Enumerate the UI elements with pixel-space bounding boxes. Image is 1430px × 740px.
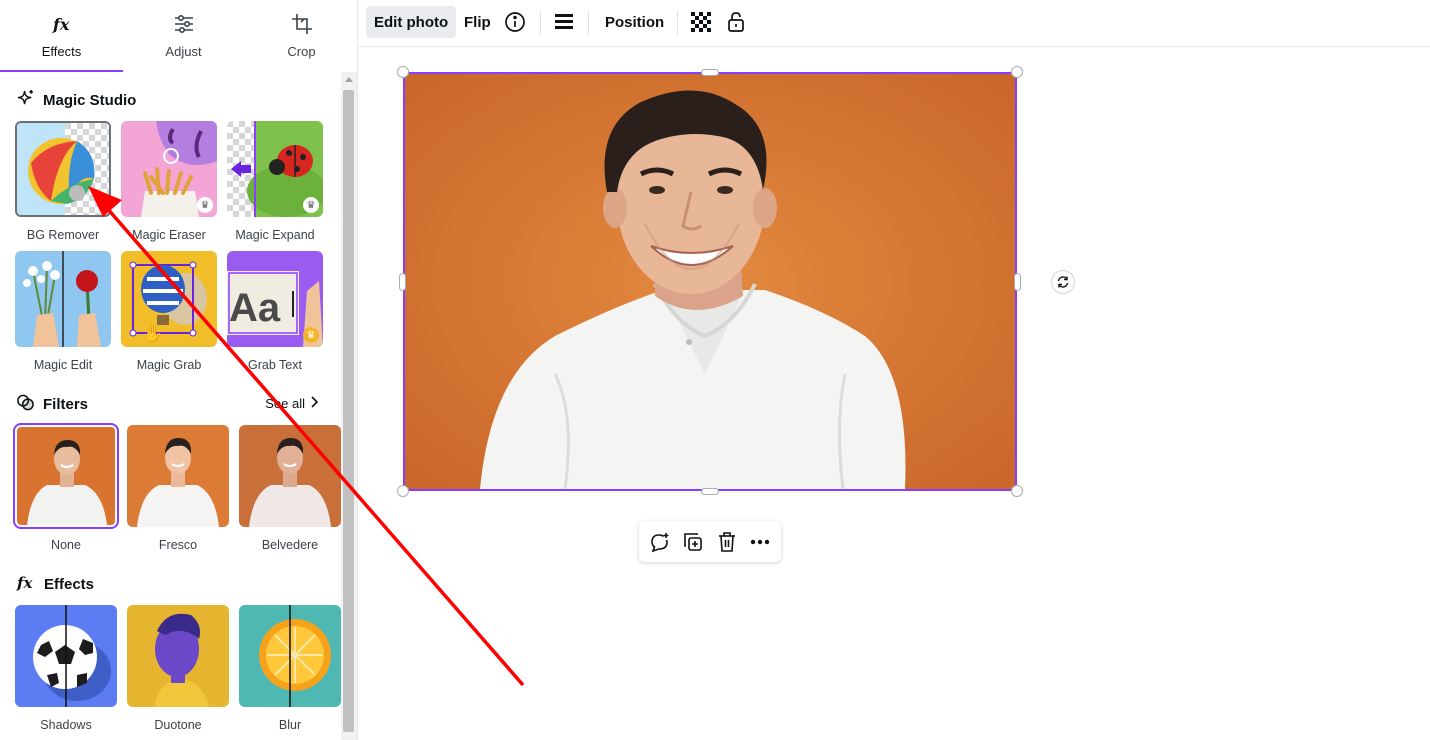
effect-shadows-tile[interactable] <box>15 605 117 707</box>
sliders-icon <box>173 13 195 35</box>
toolbar-divider <box>677 11 678 35</box>
more-options-icon[interactable] <box>747 529 773 555</box>
position-button[interactable]: Position <box>597 6 672 38</box>
comment-add-icon[interactable] <box>647 529 673 555</box>
trash-icon[interactable] <box>714 529 740 555</box>
resize-handle-top[interactable] <box>701 69 719 76</box>
crown-icon: ♛ <box>303 327 319 343</box>
tile-label: Magic Grab <box>136 358 202 372</box>
svg-text:Aa: Aa <box>229 286 281 330</box>
crop-icon <box>291 13 313 35</box>
panel-scroll-area[interactable]: Magic Studio BG Remover ♛ Magic Eraser ♛… <box>0 72 341 740</box>
section-title: Effects <box>44 575 95 593</box>
panel-scrollbar[interactable] <box>341 72 357 740</box>
see-all-label: See all <box>265 396 305 411</box>
resize-handle-right[interactable] <box>1014 273 1021 291</box>
crown-icon: ♛ <box>303 197 319 213</box>
magic-studio-heading: Magic Studio <box>16 89 136 111</box>
duplicate-icon[interactable] <box>680 529 706 555</box>
filters-icon <box>16 393 35 416</box>
side-panel: fx Effects Adjust Crop Magic Studio BG R… <box>0 0 358 740</box>
bg-remover-tile[interactable] <box>15 121 111 217</box>
effect-duotone-tile[interactable] <box>127 605 229 707</box>
filter-belvedere-tile[interactable] <box>239 425 341 527</box>
resize-handle-bottom[interactable] <box>701 488 719 495</box>
tile-label: Fresco <box>158 538 198 552</box>
fx-icon: fx <box>51 13 73 35</box>
grab-text-tile[interactable]: Aa ♛ <box>227 251 323 347</box>
selected-photo[interactable] <box>403 72 1017 491</box>
resize-handle-bottom-left[interactable] <box>397 485 409 497</box>
scrollbar-thumb[interactable] <box>343 90 354 732</box>
magic-expand-tile[interactable]: ♛ <box>227 121 323 217</box>
crown-icon: ♛ <box>197 197 213 213</box>
tile-label: Duotone <box>154 718 202 732</box>
resize-handle-left[interactable] <box>399 273 406 291</box>
element-quick-actions <box>639 521 781 562</box>
magic-eraser-tile[interactable]: ♛ <box>121 121 217 217</box>
tab-effects[interactable]: fx Effects <box>0 0 123 72</box>
svg-text:fx: fx <box>52 15 70 34</box>
filters-heading: Filters <box>16 393 88 415</box>
panel-tabs: fx Effects Adjust Crop <box>0 0 357 72</box>
tile-label: Magic Eraser <box>132 228 206 242</box>
toolbar-divider <box>540 11 541 35</box>
rotate-icon[interactable] <box>1051 270 1075 294</box>
tile-label: Magic Edit <box>33 358 93 372</box>
see-all-link[interactable]: See all <box>265 396 319 411</box>
svg-text:fx: fx <box>16 574 33 592</box>
border-style-icon[interactable] <box>548 6 580 38</box>
resize-handle-top-left[interactable] <box>397 66 409 78</box>
tab-adjust[interactable]: Adjust <box>122 0 245 72</box>
resize-handle-bottom-right[interactable] <box>1011 485 1023 497</box>
effects-heading: fx Effects <box>16 573 94 595</box>
tile-label: Magic Expand <box>235 228 315 242</box>
chevron-right-icon <box>309 396 319 411</box>
filter-none-tile[interactable] <box>13 423 119 529</box>
unlock-icon[interactable] <box>720 6 752 38</box>
flip-button[interactable]: Flip <box>456 6 499 38</box>
tab-label: Crop <box>287 44 316 59</box>
resize-handle-top-right[interactable] <box>1011 66 1023 78</box>
tile-label: None <box>51 538 81 552</box>
section-title: Magic Studio <box>43 91 137 109</box>
tile-label: Belvedere <box>261 538 319 552</box>
edit-photo-button[interactable]: Edit photo <box>366 6 457 38</box>
tile-label: Blur <box>278 718 302 732</box>
transparency-icon[interactable] <box>685 6 717 38</box>
effect-blur-tile[interactable] <box>239 605 341 707</box>
filter-fresco-tile[interactable] <box>127 425 229 527</box>
magic-edit-tile[interactable] <box>15 251 111 347</box>
info-icon[interactable] <box>499 6 531 38</box>
context-toolbar: Edit photo Flip Position <box>358 0 1430 47</box>
tab-label: Adjust <box>165 44 202 59</box>
svg-text:✋: ✋ <box>143 324 163 343</box>
tab-label: Effects <box>41 44 82 59</box>
tile-label: BG Remover <box>26 228 100 242</box>
section-title: Filters <box>43 395 89 413</box>
fx-icon: fx <box>16 572 36 596</box>
magic-grab-tile[interactable]: ✋ <box>121 251 217 347</box>
scroll-up-arrow-icon[interactable] <box>345 77 353 82</box>
toolbar-divider <box>588 11 589 35</box>
tile-label: Grab Text <box>248 358 302 372</box>
tile-label: Shadows <box>40 718 92 732</box>
sparkle-icon <box>16 89 35 112</box>
tab-crop[interactable]: Crop <box>240 0 363 72</box>
